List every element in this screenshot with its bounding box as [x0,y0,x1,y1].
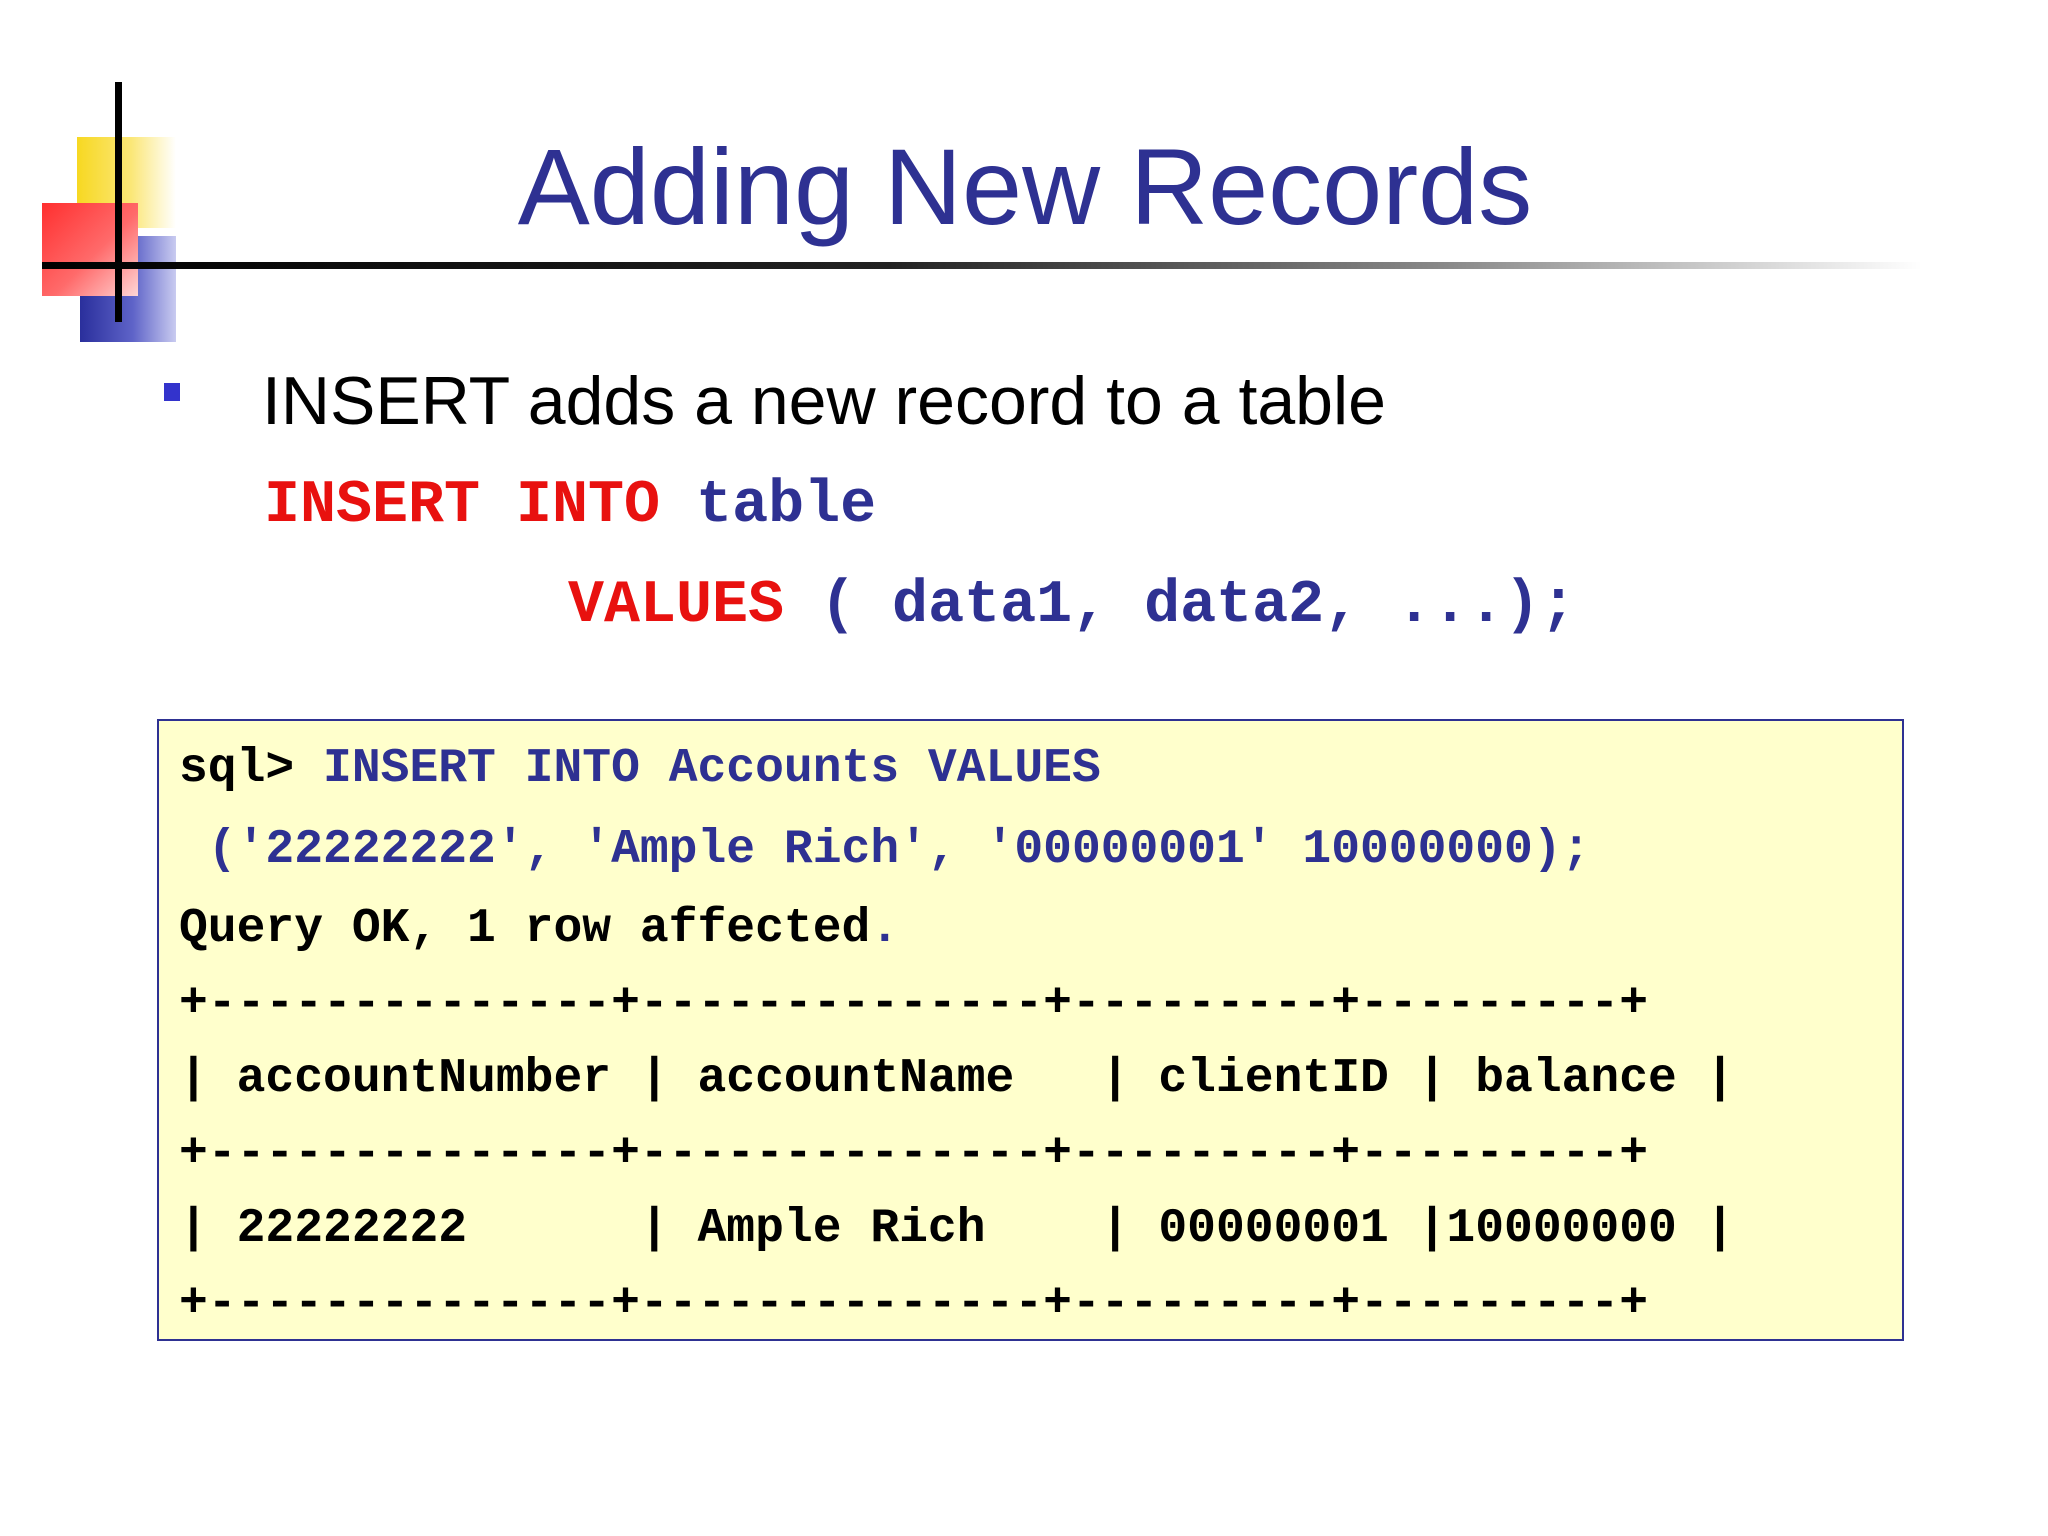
console-command-line-2: ('22222222', 'Ample Rich', '00000001' 10… [179,823,1591,877]
table-header-row: | accountNumber | accountName | clientID… [179,1052,1735,1106]
bullet-text: INSERT adds a new record to a table [262,363,1386,439]
console-result-period: . [870,902,900,956]
console-command-line-1: sql> INSERT INTO Accounts VALUES [179,741,1101,799]
bullet-square-icon [164,383,180,401]
syntax-keyword-values: VALUES [568,572,821,640]
console-result-text: Query OK, 1 row affected [179,902,871,956]
syntax-placeholder-table: table [696,472,877,540]
syntax-line-1: INSERT INTO table [264,470,876,542]
console-command-1: INSERT INTO Accounts VALUES [323,742,1101,796]
syntax-line-2: VALUES ( data1, data2, ...); [568,570,1576,642]
sql-console-box: sql> INSERT INTO Accounts VALUES ('22222… [157,719,1904,1341]
logo-red-square [42,203,138,296]
table-border-middle: +--------------+--------------+---------… [179,1127,1649,1181]
table-data-row: | 22222222 | Ample Rich | 00000001 |1000… [179,1202,1735,1256]
syntax-keyword-insert-into: INSERT INTO [264,472,697,540]
syntax-placeholder-values: ( data1, data2, ...); [820,572,1577,640]
table-border-top: +--------------+--------------+---------… [179,977,1649,1031]
slide-title: Adding New Records [517,126,1533,247]
console-result-line: Query OK, 1 row affected. [179,901,899,959]
slide: Adding New Records INSERT adds a new rec… [0,0,2048,1536]
logo-vertical-line [115,82,122,322]
title-divider-line [42,262,1922,269]
table-border-bottom: +--------------+--------------+---------… [179,1277,1649,1331]
console-prompt: sql> [179,742,324,796]
